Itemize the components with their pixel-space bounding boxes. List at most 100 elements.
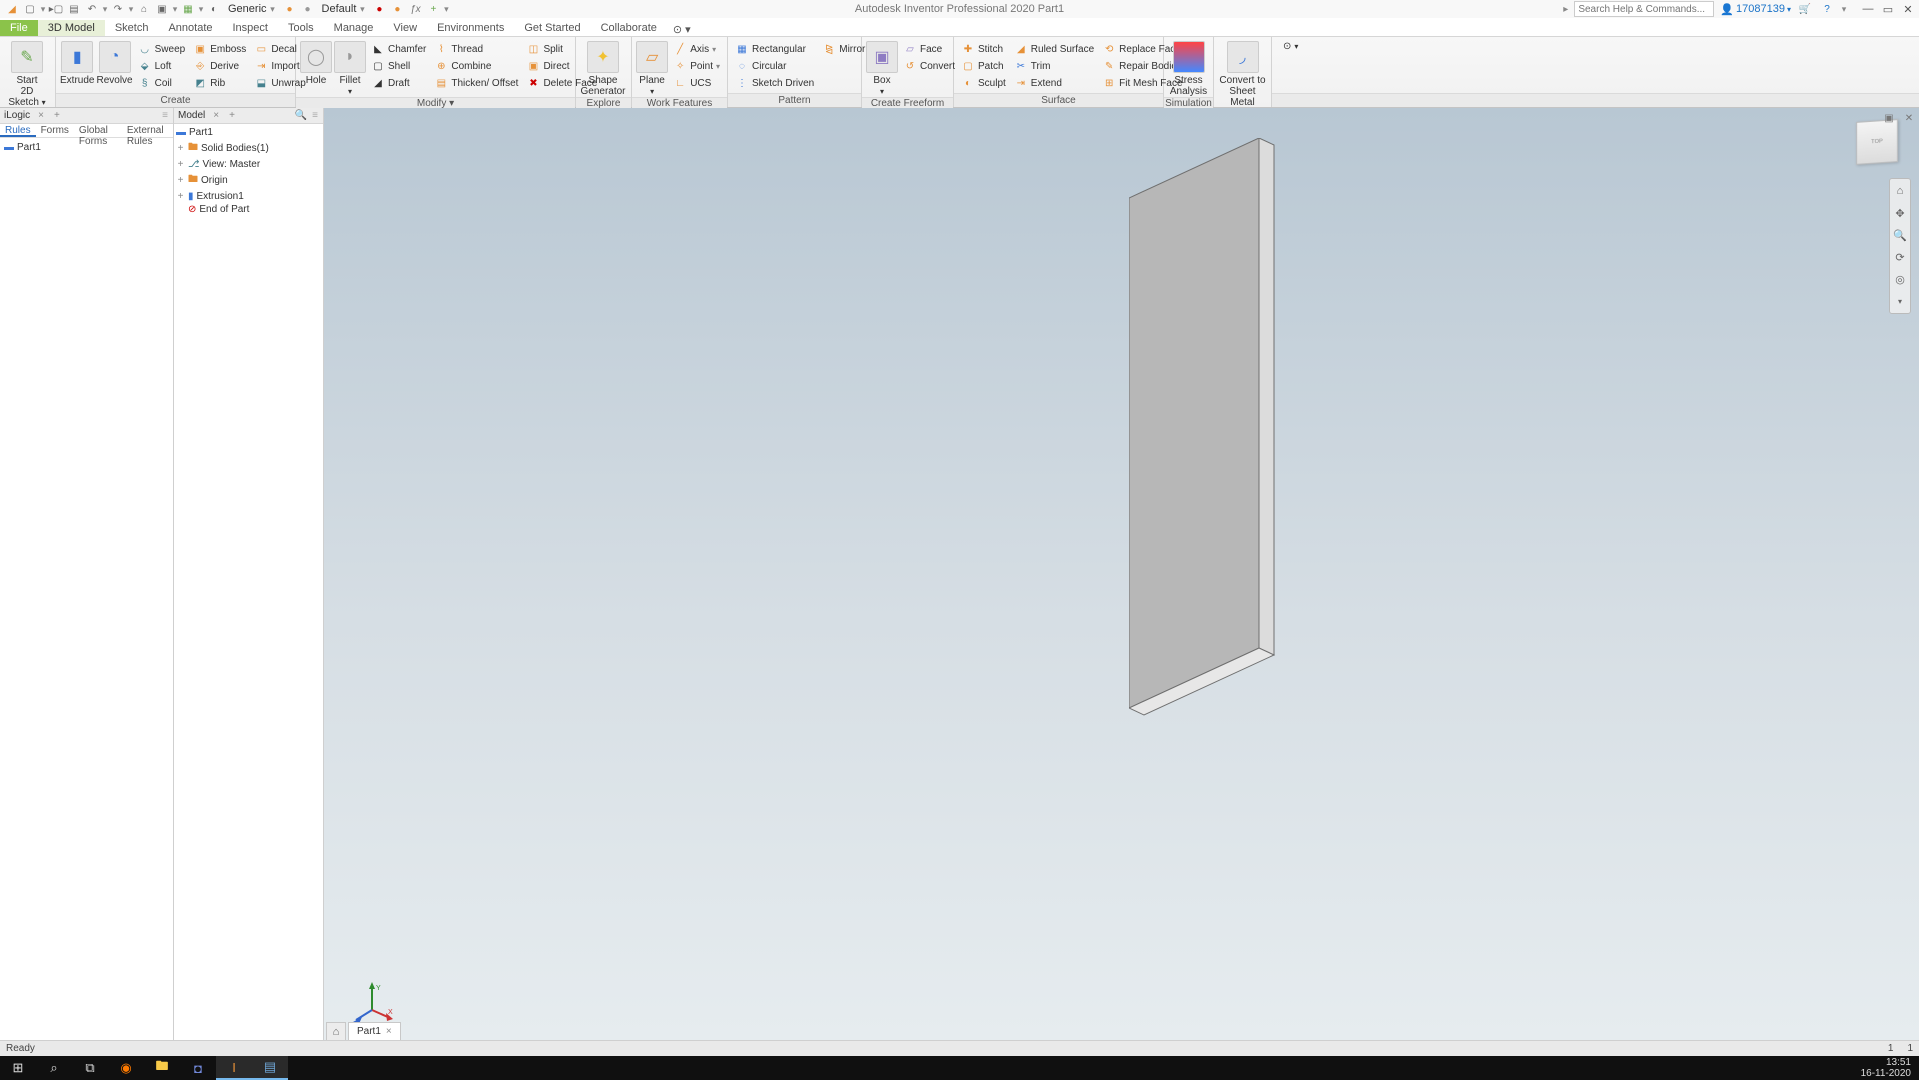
help-icon[interactable]: ? [1819, 1, 1835, 17]
point-button[interactable]: ✧Point ▾ [670, 58, 723, 74]
appearance-icon[interactable]: ▦ [180, 1, 196, 17]
taskbar-explorer[interactable]: 🖿 [144, 1056, 180, 1080]
loft-button[interactable]: ⬙Loft [135, 58, 189, 74]
ilogic-close[interactable]: × [38, 110, 44, 121]
cart-icon[interactable]: 🛒 [1797, 1, 1813, 17]
undo-icon[interactable]: ↶ [84, 1, 100, 17]
tab-annotate[interactable]: Annotate [158, 20, 222, 36]
param-orange-icon[interactable]: ● [389, 1, 405, 17]
viewport-close-icon[interactable]: ✕ [1901, 110, 1917, 126]
tab-extras[interactable]: ⊙ ▾ [673, 23, 691, 36]
doc-tab-home[interactable]: ⌂ [326, 1022, 346, 1040]
3d-viewport[interactable]: TOP ⌂ ✥ 🔍 ⟳ ◎ ▾ Y X ⌂ Part1× ▣ ✕ [324, 108, 1919, 1040]
tab-tools[interactable]: Tools [278, 20, 324, 36]
hole-button[interactable]: ◯Hole [300, 40, 332, 86]
emboss-button[interactable]: ▣Emboss [190, 41, 249, 57]
sweep-button[interactable]: ◡Sweep [135, 41, 189, 57]
panel-grip-icon[interactable]: ≡ [162, 110, 169, 121]
close-button[interactable]: ✕ [1901, 2, 1915, 16]
nav-lookat-icon[interactable]: ◎ [1892, 271, 1908, 287]
sculpt-button[interactable]: ◐Sculpt [958, 75, 1009, 91]
thicken-button[interactable]: ▤Thicken/ Offset [431, 75, 521, 91]
sketch-driven-button[interactable]: ⋮Sketch Driven [732, 75, 817, 91]
color-sphere-icon[interactable]: ● [282, 1, 298, 17]
model-close[interactable]: × [213, 110, 219, 121]
ucs-button[interactable]: ∟UCS [670, 75, 723, 91]
stress-analysis-button[interactable]: StressAnalysis [1168, 40, 1209, 97]
fillet-button[interactable]: ◗Fillet▾ [334, 40, 366, 97]
plane-button[interactable]: ▱Plane▾ [636, 40, 668, 97]
coil-button[interactable]: §Coil [135, 75, 189, 91]
ribbon-options[interactable]: ⊙ ▾ [1280, 40, 1301, 53]
fx-icon[interactable]: ƒx [407, 1, 423, 17]
panel-grip-icon[interactable]: 🔍 ≡ [295, 110, 319, 121]
tab-manage[interactable]: Manage [324, 20, 384, 36]
face-button[interactable]: ▱Face [900, 41, 958, 57]
ilogic-add[interactable]: + [54, 110, 60, 121]
ilogic-tree-part[interactable]: ▬Part1 [4, 141, 169, 154]
plus-icon[interactable]: + [425, 1, 441, 17]
redo-icon[interactable]: ↷ [110, 1, 126, 17]
model-add[interactable]: + [229, 110, 235, 121]
ilogic-tab-forms[interactable]: Forms [36, 124, 74, 137]
patch-button[interactable]: ▢Patch [958, 58, 1009, 74]
param-red-icon[interactable]: ● [371, 1, 387, 17]
new-icon[interactable]: ▢ [22, 1, 38, 17]
mirror-button[interactable]: ⧎Mirror [819, 41, 868, 57]
tab-3d-model[interactable]: 3D Model [38, 20, 105, 36]
stitch-button[interactable]: ✚Stitch [958, 41, 1009, 57]
start-2d-sketch-button[interactable]: ✎ Start2D Sketch ▾ [4, 40, 50, 108]
box-button[interactable]: ▣Box▾ [866, 40, 898, 97]
convert-sheetmetal-button[interactable]: ◞Convert toSheet Metal [1218, 40, 1267, 108]
rectangular-pattern-button[interactable]: ▦Rectangular [732, 41, 817, 57]
doc-tab-close[interactable]: × [386, 1026, 392, 1037]
circular-pattern-button[interactable]: ◌Circular [732, 58, 817, 74]
tab-get-started[interactable]: Get Started [514, 20, 590, 36]
trim-button[interactable]: ✂Trim [1011, 58, 1097, 74]
rib-button[interactable]: ◩Rib [190, 75, 249, 91]
user-account[interactable]: 👤 17087139 ▾ [1720, 3, 1791, 16]
select-icon[interactable]: ▣ [154, 1, 170, 17]
taskbar-discord[interactable]: ◘ [180, 1056, 216, 1080]
model-node-solid-bodies[interactable]: +🖿Solid Bodies(1) [176, 139, 321, 158]
tab-inspect[interactable]: Inspect [223, 20, 278, 36]
taskbar-firefox[interactable]: ◉ [108, 1056, 144, 1080]
model-node-extrusion[interactable]: +▮Extrusion1 [176, 190, 321, 203]
system-clock[interactable]: 13:51 16-11-2020 [1853, 1057, 1919, 1079]
taskview-button[interactable]: ⧉ [72, 1056, 108, 1080]
nav-expand-icon[interactable]: ▾ [1892, 293, 1908, 309]
shape-generator-button[interactable]: ✦ShapeGenerator [580, 40, 626, 97]
chamfer-button[interactable]: ◣Chamfer [368, 41, 429, 57]
taskbar-app[interactable]: ▤ [252, 1056, 288, 1080]
help-search-input[interactable] [1574, 1, 1714, 17]
viewport-restore-icon[interactable]: ▣ [1881, 110, 1897, 126]
tab-sketch[interactable]: Sketch [105, 20, 159, 36]
nav-zoom-icon[interactable]: 🔍 [1892, 227, 1908, 243]
ilogic-tab-external-rules[interactable]: External Rules [122, 124, 173, 137]
model-node-view[interactable]: +⎇View: Master [176, 158, 321, 171]
extrude-button[interactable]: ▮Extrude [60, 40, 94, 86]
3d-model-shape[interactable] [1129, 138, 1329, 738]
nav-pan-icon[interactable]: ✥ [1892, 205, 1908, 221]
grey-sphere-icon[interactable]: ● [300, 1, 316, 17]
model-root[interactable]: ▬Part1 [176, 126, 321, 139]
start-button[interactable]: ⊞ [0, 1056, 36, 1080]
derive-button[interactable]: ⎆Derive [190, 58, 249, 74]
home-icon[interactable]: ⌂ [136, 1, 152, 17]
search-button[interactable]: ⌕ [36, 1056, 72, 1080]
extend-button[interactable]: ⇥Extend [1011, 75, 1097, 91]
ilogic-tab-global-forms[interactable]: Global Forms [74, 124, 122, 137]
appearance-dropdown[interactable]: Default▾ [318, 3, 370, 15]
save-icon[interactable]: ▤ [66, 1, 82, 17]
tab-file[interactable]: File [0, 20, 38, 36]
model-node-origin[interactable]: +🖿Origin [176, 171, 321, 190]
material-dropdown[interactable]: Generic▾ [224, 3, 280, 15]
minimize-button[interactable]: — [1861, 2, 1875, 16]
combine-button[interactable]: ⊕Combine [431, 58, 521, 74]
maximize-button[interactable]: ▭ [1881, 2, 1895, 16]
open-icon[interactable]: ▸▢ [48, 1, 64, 17]
shell-button[interactable]: ▢Shell [368, 58, 429, 74]
tab-environments[interactable]: Environments [427, 20, 514, 36]
thread-button[interactable]: ⌇Thread [431, 41, 521, 57]
axis-button[interactable]: ╱Axis ▾ [670, 41, 723, 57]
